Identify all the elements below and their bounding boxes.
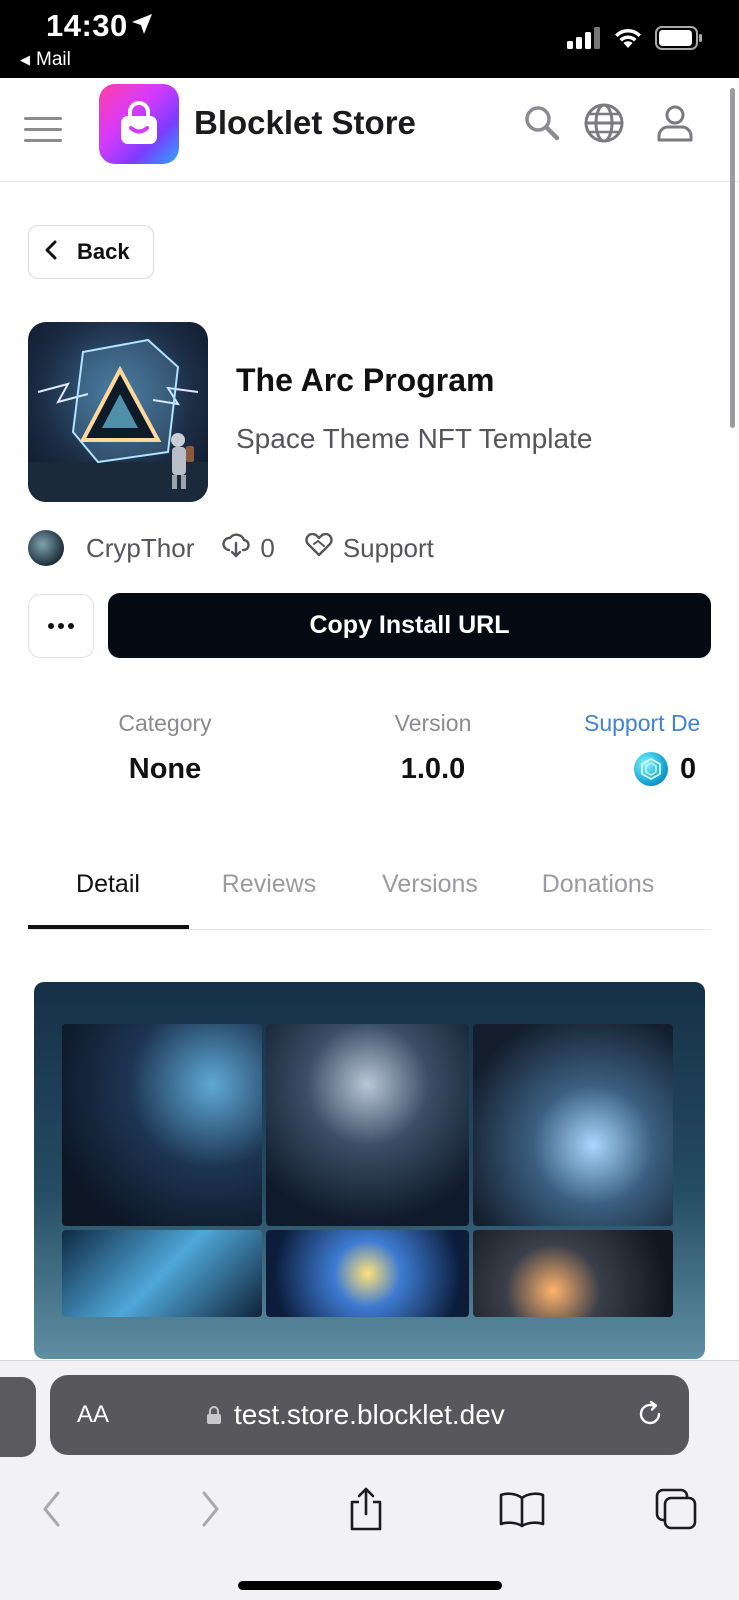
ios-status-bar: 14:30 ◀ Mail bbox=[0, 0, 739, 78]
download-count: 0 bbox=[222, 532, 275, 565]
author-avatar bbox=[28, 530, 64, 566]
screenshot-collage bbox=[62, 1024, 677, 1317]
app-header: Blocklet Store bbox=[0, 78, 739, 182]
version-value: 1.0.0 bbox=[400, 753, 466, 785]
author-name: CrypThor bbox=[86, 532, 195, 563]
user-account-icon[interactable] bbox=[652, 100, 698, 146]
back-to-app-link[interactable]: ◀ Mail bbox=[20, 49, 71, 71]
back-triangle-icon: ◀ bbox=[20, 52, 30, 67]
status-time: 14:30 bbox=[46, 8, 128, 43]
safari-nav-row bbox=[0, 1479, 739, 1539]
chevron-left-icon bbox=[43, 239, 59, 266]
copy-install-url-button[interactable]: Copy Install URL bbox=[108, 593, 711, 658]
share-icon[interactable] bbox=[336, 1479, 396, 1539]
bookmarks-icon[interactable] bbox=[492, 1479, 552, 1539]
category-value: None bbox=[128, 753, 202, 785]
back-button[interactable]: Back bbox=[28, 225, 154, 279]
more-options-button[interactable] bbox=[28, 594, 94, 658]
support-link[interactable]: Support bbox=[305, 532, 434, 564]
collage-tile bbox=[62, 1230, 262, 1317]
safari-toolbar: AA test.store.blocklet.dev bbox=[0, 1360, 739, 1600]
lock-icon bbox=[206, 1405, 222, 1430]
page-settings-button[interactable]: AA bbox=[77, 1401, 109, 1429]
tab-reviews[interactable]: Reviews bbox=[189, 870, 349, 899]
support-label: Support bbox=[342, 532, 434, 563]
wifi-icon bbox=[613, 27, 643, 54]
blocklet-logo-image bbox=[28, 322, 208, 502]
author-link[interactable]: CrypThor bbox=[28, 530, 194, 566]
version-label: Version bbox=[394, 710, 472, 736]
globe-language-icon[interactable] bbox=[581, 100, 627, 146]
support-developer-link[interactable]: Support De bbox=[584, 710, 714, 737]
blocklet-meta-row: CrypThor 0 Support bbox=[28, 528, 434, 568]
collage-tile bbox=[266, 1230, 469, 1317]
tabs-overview-icon[interactable] bbox=[646, 1479, 706, 1539]
category-label: Category bbox=[118, 710, 212, 736]
browser-forward-icon[interactable] bbox=[180, 1479, 240, 1539]
tab-versions[interactable]: Versions bbox=[350, 870, 510, 899]
search-icon[interactable] bbox=[519, 100, 565, 146]
cellular-signal-icon bbox=[567, 27, 601, 54]
previous-tab-preview[interactable] bbox=[0, 1377, 36, 1457]
blocklet-screenshot[interactable] bbox=[34, 982, 705, 1359]
download-count-value: 0 bbox=[260, 532, 275, 563]
blocklet-title: The Arc Program bbox=[236, 362, 495, 398]
collage-tile bbox=[266, 1024, 469, 1226]
blocklet-store-logo[interactable] bbox=[99, 84, 179, 164]
collage-tile bbox=[62, 1024, 262, 1226]
url-text: test.store.blocklet.dev bbox=[234, 1399, 505, 1430]
brand-name: Blocklet Store bbox=[194, 104, 416, 141]
collage-tile bbox=[473, 1230, 673, 1317]
active-tab-indicator bbox=[28, 925, 189, 929]
location-arrow-icon bbox=[130, 12, 154, 41]
tab-donations[interactable]: Donations bbox=[518, 870, 678, 899]
collage-tile bbox=[473, 1024, 673, 1226]
page-scrollbar[interactable] bbox=[730, 88, 735, 428]
home-indicator[interactable] bbox=[238, 1581, 502, 1590]
browser-back-icon[interactable] bbox=[22, 1479, 82, 1539]
blocklet-subtitle: Space Theme NFT Template bbox=[236, 423, 593, 454]
address-bar[interactable]: AA test.store.blocklet.dev bbox=[50, 1375, 689, 1455]
detail-tabs: Detail Reviews Versions Donations bbox=[28, 854, 711, 930]
tab-detail[interactable]: Detail bbox=[28, 870, 188, 899]
hamburger-menu-icon[interactable] bbox=[24, 110, 62, 148]
back-app-label: Mail bbox=[36, 49, 71, 70]
handshake-heart-icon bbox=[305, 532, 333, 564]
cloud-download-icon bbox=[222, 532, 251, 565]
back-button-label: Back bbox=[77, 239, 130, 264]
system-icons bbox=[567, 26, 703, 55]
support-developer-value: 0 bbox=[680, 753, 697, 785]
battery-icon bbox=[655, 26, 703, 55]
token-coin-icon bbox=[634, 752, 668, 786]
reload-icon[interactable] bbox=[635, 1399, 665, 1434]
